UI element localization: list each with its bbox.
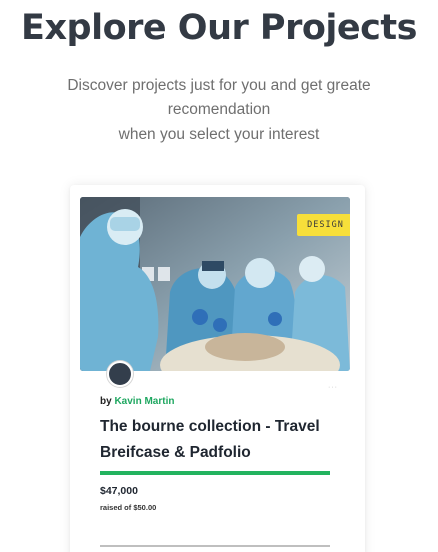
funding-progress-bar (100, 471, 330, 475)
project-author: by Kavin Martin (100, 396, 174, 407)
section-title: Explore Our Projects (21, 8, 417, 48)
category-tag[interactable]: DESIGN (297, 214, 350, 236)
more-options-icon[interactable]: ··· (328, 384, 338, 391)
funding-goal: raised of $50.00 (100, 503, 157, 512)
section-subtitle-line-2: recomendation (167, 101, 271, 118)
author-prefix: by (100, 396, 112, 407)
amount-raised: $47,000 (100, 485, 138, 497)
author-name-link[interactable]: Kavin Martin (114, 396, 174, 407)
card-divider (100, 545, 330, 547)
author-avatar[interactable] (107, 361, 133, 387)
section-subtitle-line-3: when you select your interest (118, 126, 320, 143)
project-image[interactable]: DESIGN (80, 197, 350, 371)
project-title[interactable]: The bourne collection - Travel Breifcase… (100, 414, 345, 466)
funding-progress-fill (100, 471, 330, 475)
section-subtitle-line-1: Discover projects just for you and get g… (67, 77, 371, 94)
project-card[interactable]: DESIGN ··· by Kavin Martin The bourne co… (70, 185, 365, 552)
